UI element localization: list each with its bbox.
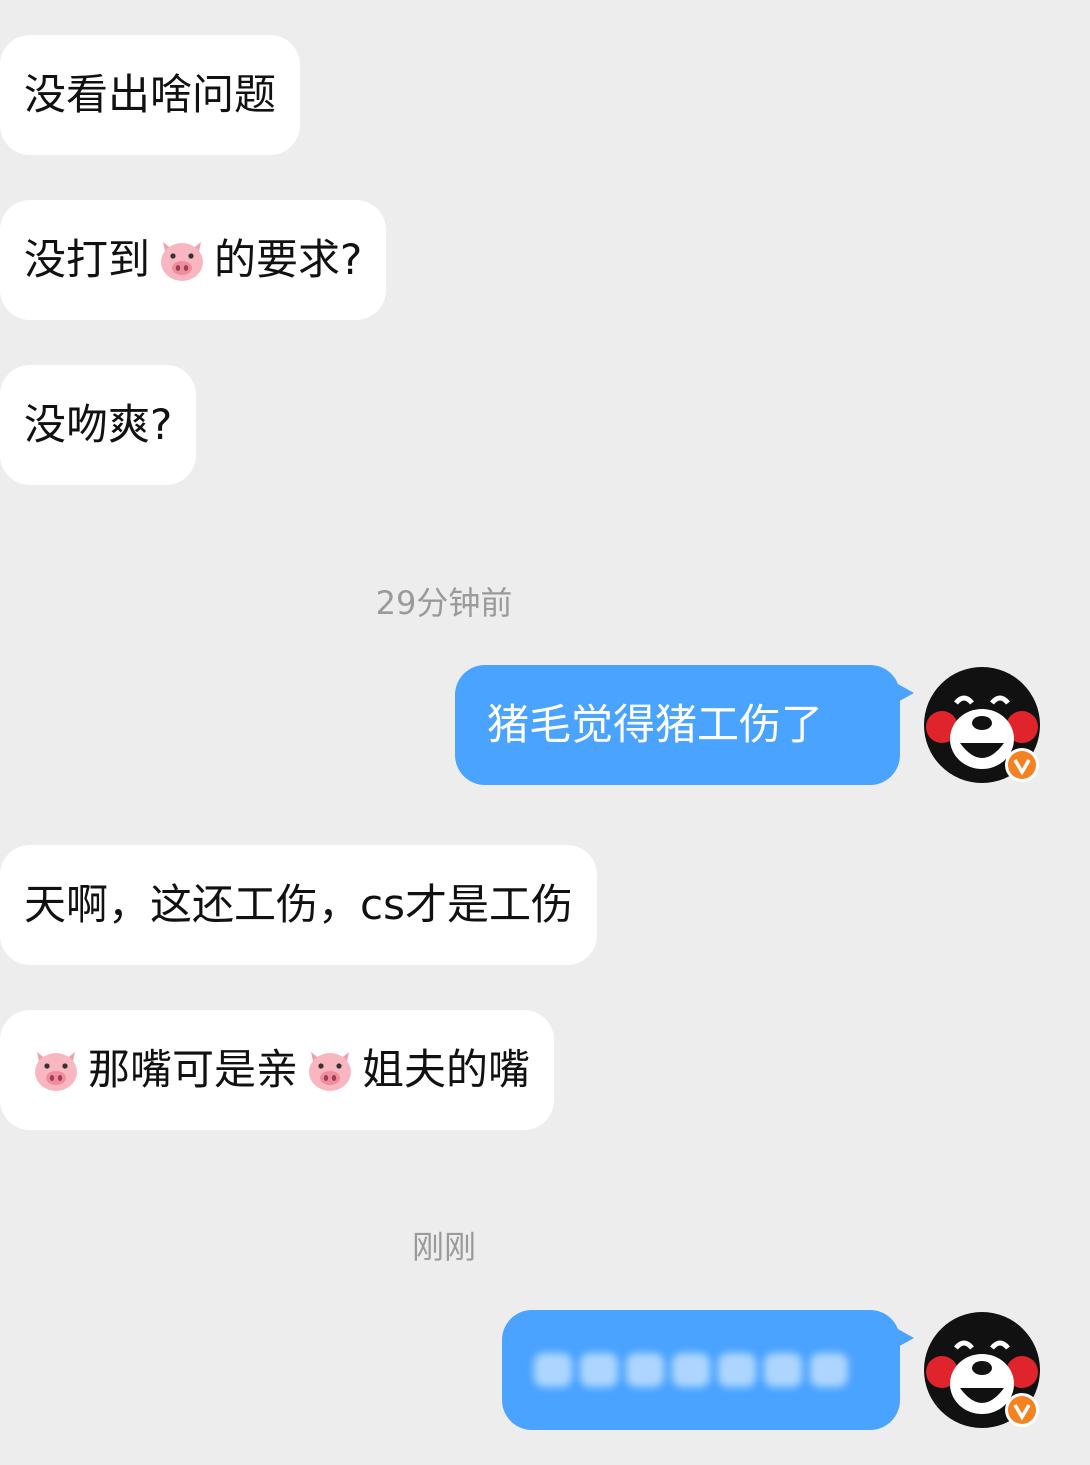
message-bubble-incoming[interactable]: 没吻爽?	[0, 365, 197, 485]
avatar[interactable]	[922, 1310, 1042, 1430]
message-text: 猪毛觉得猪工伤了	[487, 700, 824, 749]
message-text-part: 没打到	[24, 235, 151, 284]
message-text-part: 姐夫的嘴	[362, 1045, 531, 1094]
message-text-part: 的要求?	[214, 235, 363, 284]
avatar[interactable]	[922, 665, 1042, 785]
message-bubble-incoming[interactable]: 那嘴可是亲 姐夫的嘴	[0, 1010, 555, 1130]
message-text-part: 那嘴可是亲	[88, 1045, 299, 1094]
message-bubble-incoming[interactable]: 天啊，这还工伤，cs才是工伤	[0, 845, 597, 965]
message-bubble-outgoing[interactable]	[502, 1310, 914, 1430]
message-bubble-outgoing[interactable]: 猪毛觉得猪工伤了	[455, 665, 914, 785]
message-text: 没吻爽?	[24, 400, 173, 449]
message-bubble-incoming[interactable]: 没打到 的要求?	[0, 200, 387, 320]
message-text: 天啊，这还工伤，cs才是工伤	[24, 880, 573, 929]
message-text: 没看出啥问题	[24, 70, 277, 119]
redacted-message-content	[534, 1353, 848, 1387]
message-bubble-incoming[interactable]: 没看出啥问题	[0, 35, 301, 155]
timestamp: 刚刚	[411, 1228, 476, 1266]
timestamp: 29分钟前	[375, 584, 513, 622]
pig-face-icon	[309, 1052, 352, 1091]
pig-face-icon	[161, 242, 204, 281]
pig-face-icon	[35, 1052, 77, 1091]
